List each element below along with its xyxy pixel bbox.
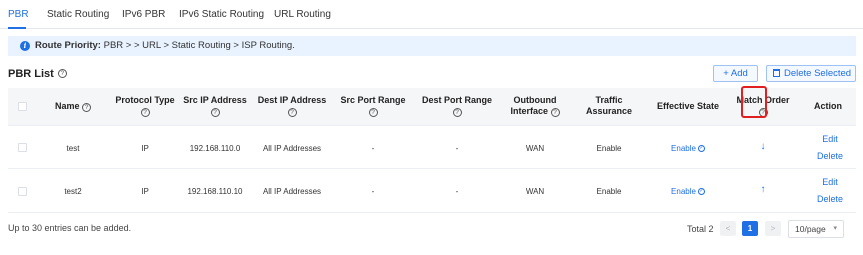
col-dest-ip: Dest IP Address? xyxy=(254,95,330,118)
delete-selected-label: Delete Selected xyxy=(784,68,852,79)
help-icon[interactable]: ? xyxy=(550,108,560,118)
prev-page-button[interactable]: < xyxy=(720,221,736,236)
move-up-arrow-icon[interactable]: ↑ xyxy=(753,184,773,195)
route-priority-banner: i Route Priority: PBR > > URL > Static R… xyxy=(8,36,856,56)
delete-link[interactable]: Delete xyxy=(808,194,852,204)
move-down-arrow-icon[interactable]: ↓ xyxy=(753,141,773,152)
delete-link[interactable]: Delete xyxy=(808,151,852,161)
col-name: Name ? xyxy=(48,101,98,113)
cell-protocol: IP xyxy=(141,144,149,153)
col-protocol: Protocol Type? xyxy=(111,95,179,118)
help-icon[interactable]: ? xyxy=(287,108,297,118)
tab-ipv6-static-routing[interactable]: IPv6 Static Routing xyxy=(179,9,264,20)
cell-outbound: WAN xyxy=(525,187,545,196)
cell-dest-port: - xyxy=(455,144,459,153)
highlight-box xyxy=(741,86,767,118)
col-state-label: Effective State xyxy=(656,101,720,111)
col-dest-port: Dest Port Range? xyxy=(416,95,498,118)
col-src-port: Src Port Range? xyxy=(335,95,411,118)
info-icon: i xyxy=(20,41,30,51)
cell-effective-state[interactable]: Enable ✓ xyxy=(653,144,723,153)
col-outbound-label-2: Interface xyxy=(510,106,548,116)
col-src-ip: Src IP Address? xyxy=(181,95,249,118)
page-1-button[interactable]: 1 xyxy=(742,221,758,236)
check-circle-icon: ✓ xyxy=(697,145,705,153)
tab-url-routing[interactable]: URL Routing xyxy=(274,9,331,20)
cell-protocol: IP xyxy=(141,187,149,196)
page-size-value: 10/page xyxy=(795,224,826,234)
list-title-text: PBR List xyxy=(8,68,54,80)
trash-icon xyxy=(773,69,780,77)
help-icon[interactable]: ? xyxy=(82,103,92,113)
cell-outbound: WAN xyxy=(525,144,545,153)
cell-src-port: - xyxy=(371,144,375,153)
active-tab-indicator xyxy=(8,27,26,29)
tab-pbr[interactable]: PBR xyxy=(8,9,29,20)
page-title: PBR List? xyxy=(8,68,67,80)
help-icon[interactable]: ? xyxy=(140,108,150,118)
help-icon[interactable]: ? xyxy=(210,108,220,118)
cell-src-port: - xyxy=(371,187,375,196)
cell-traffic: Enable xyxy=(596,144,622,153)
cell-effective-state[interactable]: Enable ✓ xyxy=(653,187,723,196)
cell-dest-port: - xyxy=(455,187,459,196)
col-action-label: Action xyxy=(814,101,842,111)
banner-title: Route Priority: xyxy=(35,40,101,51)
tab-bar: PBR Static Routing IPv6 PBR IPv6 Static … xyxy=(0,0,863,29)
page-size-select[interactable]: 10/page ▾ xyxy=(788,220,844,238)
col-src-port-label: Src Port Range xyxy=(340,95,406,105)
col-outbound: Outbound Interface ? xyxy=(502,95,568,118)
table-header: Name ? Protocol Type? Src IP Address? De… xyxy=(8,88,856,125)
select-all-checkbox[interactable] xyxy=(18,102,27,111)
row-checkbox[interactable] xyxy=(18,187,27,196)
cell-src-ip: 192.168.110.0 xyxy=(189,144,241,153)
next-page-button[interactable]: > xyxy=(765,221,781,236)
tab-ipv6-pbr[interactable]: IPv6 PBR xyxy=(122,9,165,20)
state-label: Enable xyxy=(671,144,696,153)
col-traffic-label-1: Traffic xyxy=(595,95,623,105)
col-src-ip-label: Src IP Address xyxy=(183,95,247,105)
table-row: test2 IP 192.168.110.10 All IP Addresses… xyxy=(8,169,856,213)
col-action: Action xyxy=(808,101,848,112)
row-checkbox[interactable] xyxy=(18,143,27,152)
col-outbound-label-1: Outbound xyxy=(513,95,557,105)
cell-name: test xyxy=(66,144,80,153)
col-traffic: Traffic Assurance xyxy=(578,95,640,117)
col-effective-state: Effective State xyxy=(653,101,723,112)
state-label: Enable xyxy=(671,187,696,196)
help-icon[interactable]: ? xyxy=(368,108,378,118)
help-icon[interactable]: ? xyxy=(57,68,67,78)
col-traffic-label-2: Assurance xyxy=(585,106,633,116)
banner-body: PBR > > URL > Static Routing > ISP Routi… xyxy=(100,40,295,51)
delete-selected-button[interactable]: Delete Selected xyxy=(766,65,856,82)
table-row: test IP 192.168.110.0 All IP Addresses -… xyxy=(8,125,856,169)
edit-link[interactable]: Edit xyxy=(808,134,852,144)
col-dest-ip-label: Dest IP Address xyxy=(257,95,327,105)
cell-dest-ip: All IP Addresses xyxy=(262,144,322,153)
col-name-label: Name xyxy=(54,101,80,111)
total-count: Total 2 xyxy=(687,224,714,234)
chevron-down-icon: ▾ xyxy=(833,225,837,232)
col-protocol-label: Protocol Type xyxy=(115,95,175,105)
cell-traffic: Enable xyxy=(596,187,622,196)
help-icon[interactable]: ? xyxy=(452,108,462,118)
col-dest-port-label: Dest Port Range xyxy=(421,95,492,105)
tab-static-routing[interactable]: Static Routing xyxy=(47,9,109,20)
banner-text: Route Priority: PBR > > URL > Static Rou… xyxy=(35,40,295,51)
cell-src-ip: 192.168.110.10 xyxy=(187,187,243,196)
entries-limit-note: Up to 30 entries can be added. xyxy=(8,223,132,233)
cell-name: test2 xyxy=(64,187,82,196)
check-circle-icon: ✓ xyxy=(697,188,705,196)
edit-link[interactable]: Edit xyxy=(808,177,852,187)
add-button[interactable]: + Add xyxy=(713,65,758,82)
cell-dest-ip: All IP Addresses xyxy=(262,187,322,196)
